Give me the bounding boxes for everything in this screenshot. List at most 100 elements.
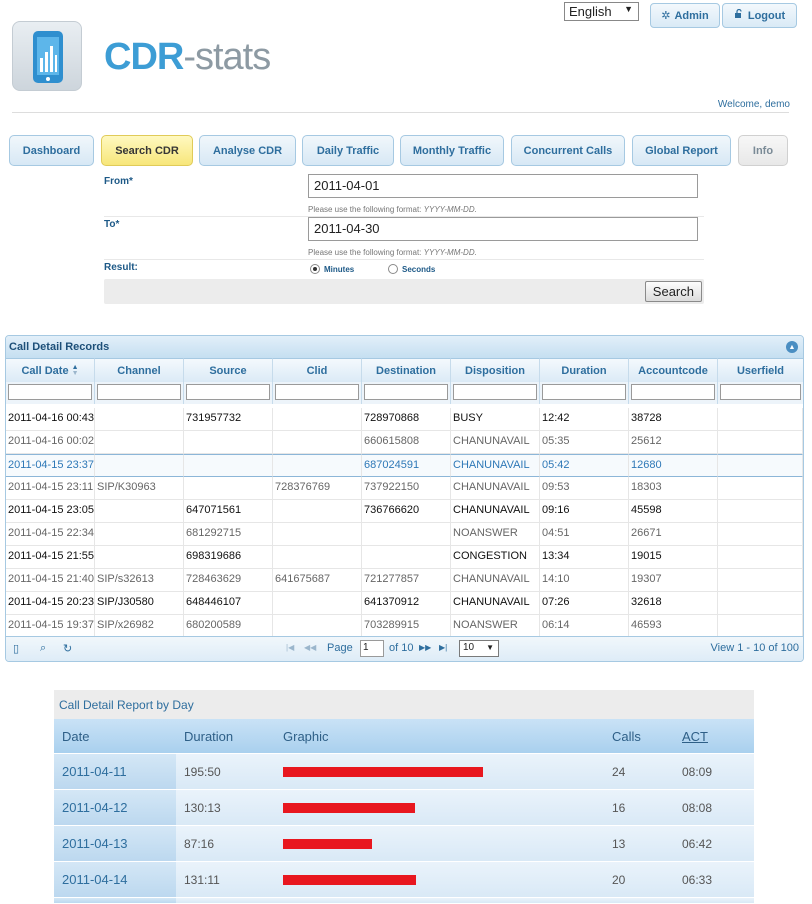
- column-header-channel[interactable]: Channel: [95, 358, 184, 382]
- cell-clid: [273, 592, 362, 615]
- tab-search-cdr[interactable]: Search CDR: [101, 135, 193, 166]
- column-header-duration[interactable]: Duration: [540, 358, 629, 382]
- tab-dashboard[interactable]: Dashboard: [9, 135, 94, 166]
- report-act: 06:42: [682, 837, 713, 851]
- unlock-icon: [734, 8, 744, 22]
- report-calls: 24: [612, 765, 626, 779]
- table-row[interactable]: 2011-04-15 20:23 SIP/J30580 648446107 64…: [6, 592, 803, 615]
- report-duration-bar: [283, 839, 372, 849]
- daily-report: Call Detail Report by Day Date Duration …: [54, 690, 754, 904]
- tab-analyse-cdr[interactable]: Analyse CDR: [199, 135, 296, 166]
- report-calls: 13: [612, 837, 626, 851]
- filter-call-date: [6, 382, 95, 404]
- filter-input[interactable]: [97, 384, 181, 400]
- export-icon[interactable]: ▯: [13, 642, 19, 655]
- column-header-userfield[interactable]: Userfield: [718, 358, 803, 382]
- filter-input[interactable]: [542, 384, 626, 400]
- cell-call-date: 2011-04-15 20:23: [6, 592, 95, 615]
- column-header-disposition[interactable]: Disposition: [451, 358, 540, 382]
- table-row[interactable]: 2011-04-15 23:05 647071561 736766620 CHA…: [6, 500, 803, 523]
- cell-source: 728463629: [184, 569, 273, 592]
- table-row-selected[interactable]: 2011-04-15 23:37 687024591 CHANUNAVAIL 0…: [6, 454, 803, 477]
- next-page-icon[interactable]: ▶▶: [419, 643, 431, 652]
- logo-secondary: -stats: [183, 36, 271, 78]
- cell-duration: 12:42: [540, 408, 629, 431]
- to-help-format: YYYY-MM-DD.: [423, 248, 477, 257]
- minutes-radio[interactable]: Minutes: [310, 264, 354, 274]
- report-duration: 130:13: [184, 801, 221, 815]
- app-logo-icon: [12, 21, 82, 91]
- collapse-icon[interactable]: ▲: [786, 341, 798, 353]
- tab-monthly-traffic[interactable]: Monthly Traffic: [400, 135, 504, 166]
- filter-input[interactable]: [364, 384, 448, 400]
- minutes-radio-label: Minutes: [324, 264, 355, 274]
- cell-clid: [273, 454, 362, 477]
- cell-source: 647071561: [184, 500, 273, 523]
- cell-call-date: 2011-04-15 21:55: [6, 546, 95, 569]
- cell-channel: [95, 500, 184, 523]
- to-date-field[interactable]: 2011-04-30: [308, 217, 698, 241]
- filter-input[interactable]: [720, 384, 801, 400]
- cell-source: [184, 477, 273, 500]
- column-header-label: Call Date: [21, 364, 69, 377]
- table-row[interactable]: 2011-04-15 22:34 681292715 NOANSWER 04:5…: [6, 523, 803, 546]
- column-header-clid[interactable]: Clid: [273, 358, 362, 382]
- report-row-partial: [54, 897, 754, 903]
- filter-input[interactable]: [275, 384, 359, 400]
- page-number-input[interactable]: 1: [360, 640, 384, 657]
- table-row[interactable]: 2011-04-15 23:11 SIP/K30963 728376769 73…: [6, 477, 803, 500]
- first-page-icon[interactable]: |◀: [286, 643, 294, 652]
- cell-call-date: 2011-04-15 23:05: [6, 500, 95, 523]
- admin-button[interactable]: ✲ Admin: [650, 3, 720, 28]
- tab-info[interactable]: Info: [738, 135, 788, 166]
- search-button[interactable]: Search: [644, 281, 702, 302]
- cell-disposition: BUSY: [451, 408, 540, 431]
- header-divider: [12, 112, 789, 113]
- cell-accountcode: 19015: [629, 546, 718, 569]
- filter-input[interactable]: [453, 384, 537, 400]
- refresh-icon[interactable]: ↻: [63, 642, 72, 655]
- last-page-icon[interactable]: ▶|: [439, 643, 447, 652]
- cell-clid: [273, 615, 362, 638]
- from-date-field[interactable]: 2011-04-01: [308, 174, 698, 198]
- grid-body: 2011-04-16 00:43 731957732 728970868 BUS…: [6, 408, 803, 638]
- to-help-text: Please use the following format: YYYY-MM…: [308, 248, 477, 257]
- cell-call-date: 2011-04-15 23:11: [6, 477, 95, 500]
- table-row[interactable]: 2011-04-16 00:02 660615808 CHANUNAVAIL 0…: [6, 431, 803, 454]
- tab-global-report[interactable]: Global Report: [632, 135, 731, 166]
- filter-input[interactable]: [8, 384, 92, 400]
- filter-input[interactable]: [186, 384, 270, 400]
- report-date: 2011-04-14: [54, 862, 176, 897]
- page-label: Page: [327, 642, 353, 654]
- column-header-call-date[interactable]: Call Date ▲ ▼: [6, 358, 95, 382]
- report-header-date: Date: [62, 728, 90, 744]
- tab-daily-traffic[interactable]: Daily Traffic: [302, 135, 394, 166]
- cell-clid: 641675687: [273, 569, 362, 592]
- column-header-source[interactable]: Source: [184, 358, 273, 382]
- table-row[interactable]: 2011-04-16 00:43 731957732 728970868 BUS…: [6, 408, 803, 431]
- report-header-duration: Duration: [184, 728, 234, 744]
- table-row[interactable]: 2011-04-15 21:40 SIP/s32613 728463629 64…: [6, 569, 803, 592]
- table-row[interactable]: 2011-04-15 21:55 698319686 CONGESTION 13…: [6, 546, 803, 569]
- search-icon[interactable]: ⌕: [40, 642, 46, 655]
- report-date: 2011-04-11: [54, 754, 176, 789]
- cell-userfield: [718, 477, 803, 500]
- seconds-radio[interactable]: Seconds: [388, 264, 435, 274]
- logout-button-label: Logout: [747, 9, 786, 22]
- column-header-destination[interactable]: Destination: [362, 358, 451, 382]
- logout-button[interactable]: Logout: [722, 3, 797, 28]
- column-header-accountcode[interactable]: Accountcode: [629, 358, 718, 382]
- table-row[interactable]: 2011-04-15 19:37 SIP/x26982 680200589 70…: [6, 615, 803, 638]
- cell-destination: [362, 546, 451, 569]
- previous-page-icon[interactable]: ◀◀: [304, 643, 316, 652]
- filter-input[interactable]: [631, 384, 715, 400]
- report-header-act-link[interactable]: ACT: [682, 729, 708, 744]
- tab-concurrent-calls[interactable]: Concurrent Calls: [511, 135, 625, 166]
- cell-duration: 04:51: [540, 523, 629, 546]
- rows-per-page-select[interactable]: 10 ▼: [459, 640, 499, 657]
- cell-call-date: 2011-04-15 23:37: [6, 454, 95, 477]
- cell-userfield: [718, 569, 803, 592]
- filter-userfield: [718, 382, 803, 404]
- language-select[interactable]: English ▼: [564, 2, 639, 21]
- cell-userfield: [718, 500, 803, 523]
